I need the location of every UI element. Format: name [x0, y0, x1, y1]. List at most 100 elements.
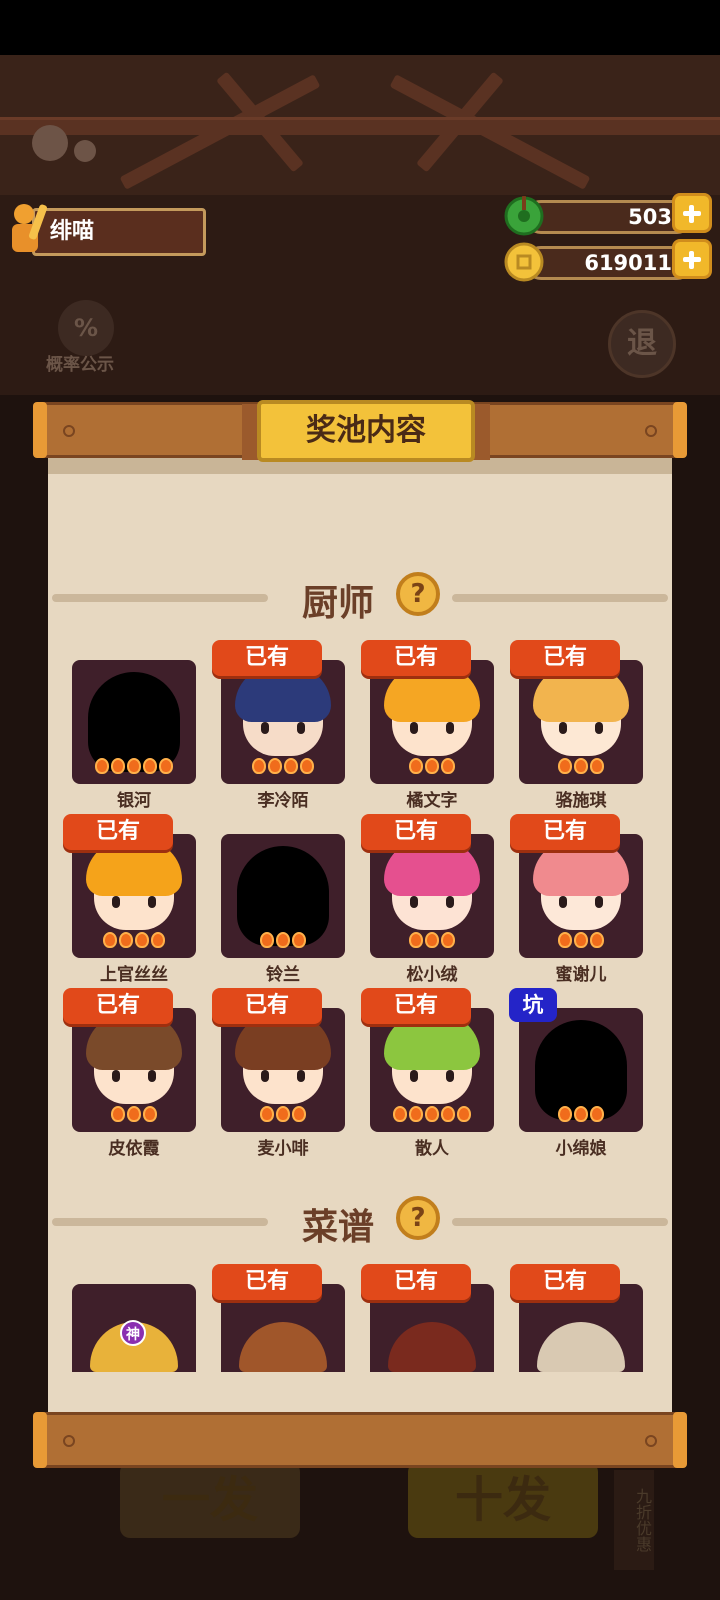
god-badge: 神: [120, 1320, 146, 1346]
add-coins-button[interactable]: [672, 239, 712, 279]
owned-badge: 已有: [510, 640, 620, 676]
chef-name: 散人: [415, 1139, 449, 1159]
flame-icon: [425, 932, 439, 948]
flame-icon: [558, 758, 572, 774]
chef-eye: [446, 1070, 454, 1082]
chef-card[interactable]: [221, 660, 345, 784]
chef-silhouette: [237, 846, 329, 946]
chef-eye: [261, 722, 269, 734]
discount-tag: 九折优惠: [614, 1470, 654, 1570]
chef-eye: [148, 896, 156, 908]
chef-name: 李冷陌: [257, 791, 309, 811]
rarity-flames: [72, 758, 196, 780]
chef-avatar-icon[interactable]: [4, 200, 50, 256]
section-divider: [52, 1218, 268, 1226]
flame-icon: [300, 758, 314, 774]
flame-icon: [574, 932, 588, 948]
flame-icon: [590, 932, 604, 948]
add-jade-button[interactable]: [672, 193, 712, 233]
chef-help-icon[interactable]: ?: [396, 572, 440, 616]
recipe-card[interactable]: 神: [72, 1284, 196, 1372]
chef-name: 皮依霞: [108, 1139, 160, 1159]
rarity-flames: [72, 932, 196, 954]
status-area: [0, 0, 720, 55]
flame-icon: [425, 758, 439, 774]
pit-badge: 坑: [509, 988, 557, 1022]
rarity-flames: [221, 932, 345, 954]
owned-badge: 已有: [212, 640, 322, 676]
chef-card[interactable]: [72, 660, 196, 784]
chef-silhouette: [535, 1020, 627, 1120]
owned-badge: 已有: [361, 988, 471, 1024]
chef-eye: [112, 896, 120, 908]
owned-badge: 已有: [361, 814, 471, 850]
dish-image: [239, 1322, 327, 1372]
flame-icon: [127, 1106, 141, 1122]
chef-card[interactable]: [72, 834, 196, 958]
chef-name: 松小绒: [406, 965, 458, 985]
flame-icon: [111, 758, 125, 774]
recipe-help-icon[interactable]: ?: [396, 1196, 440, 1240]
flame-icon: [558, 932, 572, 948]
flame-icon: [441, 932, 455, 948]
chef-card[interactable]: [519, 834, 643, 958]
chicken-decoration: [74, 140, 96, 162]
dish-image: [388, 1322, 476, 1372]
chef-eye: [595, 722, 603, 734]
chef-name: 骆施琪: [555, 791, 607, 811]
owned-badge: 已有: [212, 1264, 322, 1300]
draw-ten-button[interactable]: 十发: [408, 1462, 598, 1538]
owned-badge: 已有: [510, 1264, 620, 1300]
owned-badge: 已有: [63, 814, 173, 850]
flame-icon: [558, 1106, 572, 1122]
flame-icon: [425, 1106, 439, 1122]
chef-eye: [297, 722, 305, 734]
chef-card[interactable]: [72, 1008, 196, 1132]
exit-button[interactable]: 退: [608, 310, 676, 378]
chef-card[interactable]: [519, 660, 643, 784]
chef-eye: [559, 896, 567, 908]
flame-icon: [409, 1106, 423, 1122]
section-divider: [452, 594, 668, 602]
probability-icon[interactable]: %: [58, 300, 114, 356]
roof-beams: [0, 55, 720, 195]
flame-icon: [103, 932, 117, 948]
rarity-flames: [370, 1106, 494, 1128]
player-name: 绯喵: [50, 219, 95, 244]
chef-eye: [410, 722, 418, 734]
chef-eye: [595, 896, 603, 908]
chef-eye: [112, 1070, 120, 1082]
chef-eye: [446, 722, 454, 734]
probability-label[interactable]: 概率公示: [46, 350, 114, 375]
coin-value: 619011: [584, 251, 672, 275]
chef-card[interactable]: [370, 1008, 494, 1132]
rarity-flames: [519, 932, 643, 954]
chef-card[interactable]: [370, 834, 494, 958]
flame-icon: [119, 932, 133, 948]
chef-name: 麦小啡: [257, 1139, 309, 1159]
section-divider: [52, 594, 268, 602]
flame-icon: [143, 1106, 157, 1122]
chef-card[interactable]: [221, 1008, 345, 1132]
owned-badge: 已有: [212, 988, 322, 1024]
flame-icon: [409, 932, 423, 948]
rarity-flames: [370, 758, 494, 780]
chef-eye: [559, 722, 567, 734]
draw-one-button[interactable]: 一发: [120, 1462, 300, 1538]
chef-card[interactable]: [221, 834, 345, 958]
flame-icon: [292, 1106, 306, 1122]
chef-eye: [446, 896, 454, 908]
rarity-flames: [221, 758, 345, 780]
owned-badge: 已有: [361, 1264, 471, 1300]
chef-name: 铃兰: [266, 965, 300, 985]
owned-badge: 已有: [63, 988, 173, 1024]
chef-name: 蜜谢儿: [555, 965, 607, 985]
chef-card[interactable]: [519, 1008, 643, 1132]
chicken-decoration: [32, 125, 68, 161]
flame-icon: [409, 758, 423, 774]
rarity-flames: [519, 758, 643, 780]
chef-card[interactable]: [370, 660, 494, 784]
flame-icon: [260, 932, 274, 948]
rarity-flames: [370, 932, 494, 954]
jade-value: 503: [628, 205, 672, 229]
